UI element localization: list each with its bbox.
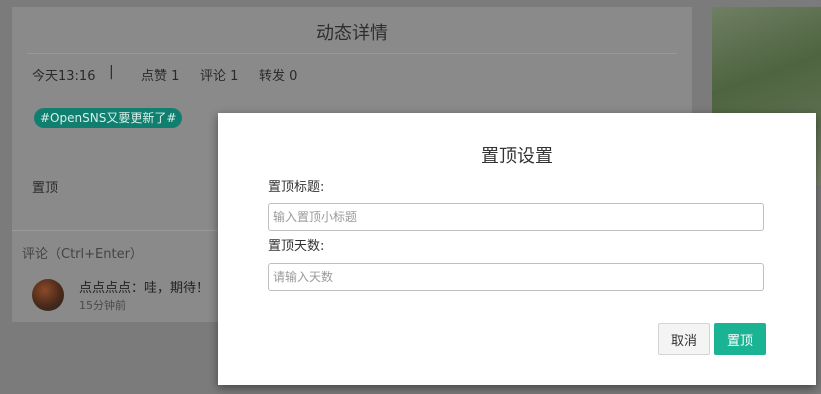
comment-text: 点点点点：哇，期待！ <box>79 281 210 296</box>
dialog-title: 置顶设置 <box>481 146 553 167</box>
comment-time: 15分钟前 <box>79 299 126 312</box>
cancel-button[interactable]: 取消 <box>658 323 710 355</box>
repost-count[interactable]: 转发 0 <box>259 65 297 84</box>
comment-count[interactable]: 评论 1 <box>200 65 238 84</box>
pin-title-label: 置顶标题: <box>268 180 325 195</box>
pin-action-label[interactable]: 置顶 <box>32 177 58 196</box>
pin-title-input[interactable] <box>268 203 764 231</box>
topic-tag[interactable]: #OpenSNS又要更新了# <box>34 108 183 128</box>
title-divider <box>27 53 677 54</box>
meta-separator: | <box>109 64 114 80</box>
like-count[interactable]: 点赞 1 <box>141 65 179 84</box>
comment-header: 评论（Ctrl+Enter） <box>22 247 143 262</box>
pin-days-label: 置顶天数: <box>268 239 325 254</box>
avatar[interactable] <box>32 279 64 311</box>
pin-days-input[interactable] <box>268 263 764 291</box>
page-title: 动态详情 <box>316 23 388 44</box>
post-time: 今天13:16 <box>32 69 96 84</box>
confirm-pin-button[interactable]: 置顶 <box>714 323 766 355</box>
pin-settings-dialog: 置顶设置 置顶标题: 置顶天数: 取消 置顶 <box>218 113 816 385</box>
